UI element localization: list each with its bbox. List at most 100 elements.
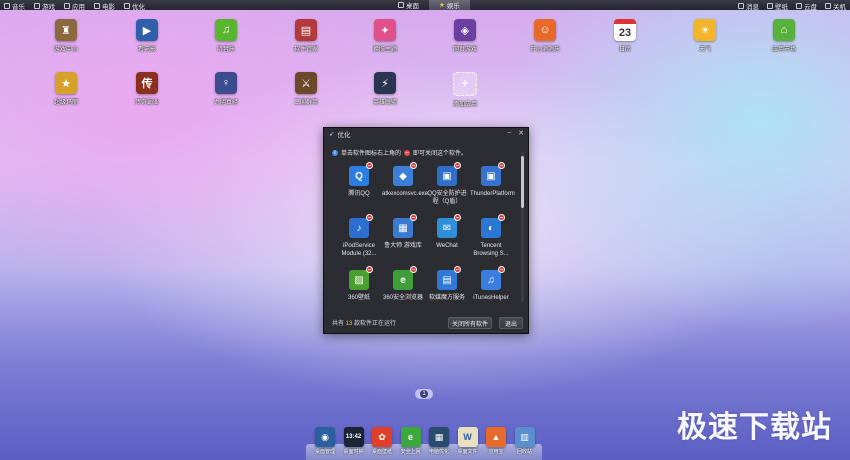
desktop-icon-label: 九阴真经 <box>213 100 238 106</box>
app-icon: ☀ <box>694 19 716 41</box>
app-icon: ▶ <box>136 19 158 41</box>
desktop-icon[interactable]: ⚡ 英雄联盟 <box>363 72 407 106</box>
running-app[interactable]: ▦ – 鲁大师 游戏库 <box>381 214 425 266</box>
close-icon[interactable]: ✕ <box>518 129 524 137</box>
desktop-icon[interactable]: ★ 超级玛丽 <box>44 72 88 106</box>
dock-item[interactable]: W 桌面文件 <box>454 427 482 455</box>
running-app-icon: ▣ – <box>437 162 461 186</box>
count-value: 13 <box>345 321 353 327</box>
window-instructions: i 单击软件图标右上角的 – 即可关闭这个软件。 <box>332 148 467 157</box>
close-app-icon[interactable]: – <box>498 214 505 221</box>
desktop-icon[interactable]: ⌂ 应用市场 <box>762 19 806 53</box>
page-indicator[interactable]: 1 <box>415 389 433 399</box>
window-titlebar[interactable]: ➶ 优化 <box>324 128 528 140</box>
topbar-item-movie[interactable]: 电影 <box>94 1 115 11</box>
wallpaper-icon <box>767 3 773 9</box>
dock-label: 安全上网 <box>400 449 421 455</box>
dock-icon: ◉ <box>315 427 335 447</box>
running-app-icon: ◐ – <box>481 214 505 238</box>
topbar-item-shutdown[interactable]: 关机 <box>825 1 846 11</box>
desktop-icon[interactable]: ▶ 看电影 <box>125 19 169 53</box>
dock-item[interactable]: ◉ 桌面管理 <box>311 427 339 455</box>
dock-label: 桌面时钟 <box>343 449 364 455</box>
desktop-icon[interactable]: ▤ 软件管家 <box>284 19 328 53</box>
running-app-label: WeChat <box>436 243 458 249</box>
close-app-icon[interactable]: – <box>454 214 461 221</box>
close-app-icon[interactable]: – <box>410 162 417 169</box>
running-app[interactable]: ▣ – ThunderPlatform <box>469 162 515 214</box>
running-app[interactable]: ♫ – iTunesHelper <box>469 266 513 318</box>
running-app[interactable]: Q – 腾讯QQ <box>337 162 381 214</box>
running-app-icon: ▦ – <box>393 214 417 238</box>
topbar-item-apps[interactable]: 应用 <box>64 1 85 11</box>
close-app-icon[interactable]: – <box>410 266 417 273</box>
running-app-icon: ✉ – <box>437 214 461 238</box>
desktop-icon-label: 软件管家 <box>293 47 318 53</box>
running-app[interactable]: e – 360安全浏览器 <box>381 266 425 318</box>
dock-label: 应用宝 <box>488 449 504 455</box>
scrollbar-thumb[interactable] <box>521 156 524 208</box>
running-app[interactable]: ▣ – QQ安全防护进程（Q盾） <box>425 162 469 214</box>
app-icon: ♀ <box>215 72 237 94</box>
dock-item[interactable]: e 安全上网 <box>397 427 425 455</box>
top-bar-left: 音乐 游戏 应用 电影 优化 <box>4 1 145 11</box>
dock-item[interactable]: ▥ 回收站 <box>511 427 539 455</box>
desktop-icon[interactable]: 23 日历 <box>603 19 647 53</box>
tab-entertainment[interactable]: ★ 娱乐 <box>429 0 470 10</box>
desktop-icon[interactable]: ♜ 游戏中心 <box>44 19 88 53</box>
close-app-icon[interactable]: – <box>366 266 373 273</box>
dock-label: 桌面文件 <box>457 449 478 455</box>
dock-item[interactable]: ✿ 桌面壁纸 <box>368 427 396 455</box>
close-app-icon[interactable]: – <box>366 214 373 221</box>
running-apps-grid: Q – 腾讯QQ ◆ – atkexcomsvc.exe ▣ – QQ安全防护进程（Q盾） ▣ – T… <box>337 162 515 318</box>
topbar-item-optimize[interactable]: 优化 <box>124 1 145 11</box>
close-app-icon[interactable]: – <box>410 214 417 221</box>
desktop-icon[interactable]: ♫ 听音乐 <box>204 19 248 53</box>
tab-desktop[interactable]: 桌面 <box>388 0 429 10</box>
window-title: 优化 <box>337 132 351 139</box>
running-app[interactable]: ◐ – Tencent Browsing S... <box>469 214 513 266</box>
topbar-item-game[interactable]: 游戏 <box>34 1 55 11</box>
close-all-button[interactable]: 关闭所有软件 <box>448 317 492 329</box>
dock-item[interactable]: ▲ 应用宝 <box>482 427 510 455</box>
topbar-item-wallpaper[interactable]: 壁纸 <box>767 1 788 11</box>
desktop-icon[interactable]: ♀ 九阴真经 <box>204 72 248 106</box>
dock-icon: W <box>457 427 478 447</box>
running-app[interactable]: ✉ – WeChat <box>425 214 469 266</box>
topbar-item-cloud[interactable]: 云盘 <box>796 1 817 11</box>
exit-button[interactable]: 退出 <box>499 317 523 329</box>
close-app-icon[interactable]: – <box>454 162 461 169</box>
dock-item[interactable]: 13:42 桌面时钟 <box>340 427 368 455</box>
desktop-icon-label: 添加应用 <box>452 102 477 108</box>
desktop-icon[interactable]: ⚔ 三国群英 <box>284 72 328 106</box>
running-app[interactable]: ▤ – 软媒魔方服务 <box>425 266 469 318</box>
desktop-icon[interactable]: ◈ 网页游戏 <box>443 19 487 53</box>
desktop-icon[interactable]: ✦ 换肤主题 <box>363 19 407 53</box>
desktop-icon[interactable]: ☺ 开心消消乐 <box>523 19 567 53</box>
music-icon <box>4 3 10 9</box>
close-app-icon[interactable]: – <box>498 162 505 169</box>
topbar-item-messages[interactable]: 消息 <box>738 1 759 11</box>
running-app[interactable]: ▨ – 360壁纸 <box>337 266 381 318</box>
running-app[interactable]: ◆ – atkexcomsvc.exe <box>381 162 429 214</box>
scrollbar[interactable] <box>521 152 524 302</box>
running-app[interactable]: ♪ – iPodService Module (32... <box>337 214 381 266</box>
desktop-icon[interactable]: + 添加应用 <box>443 72 487 108</box>
topbar-item-music[interactable]: 音乐 <box>4 1 25 11</box>
app-icon: ▤ <box>295 19 317 41</box>
close-app-icon[interactable]: – <box>454 266 461 273</box>
topbar-item-label: 应用 <box>72 4 85 11</box>
dock-item[interactable]: ▦ 电脑优化 <box>425 427 453 455</box>
desktop-icon[interactable]: ☀ 天气 <box>683 19 727 53</box>
desktop-icon-label: 传奇霸业 <box>134 100 159 106</box>
desktop-icon[interactable]: 传传奇霸业 <box>125 72 169 106</box>
app-icon: ✦ <box>374 19 396 41</box>
desktop-icon-label: 超级玛丽 <box>53 100 78 106</box>
running-app-icon: ▨ – <box>349 266 373 290</box>
close-app-icon[interactable]: – <box>366 162 373 169</box>
close-app-icon[interactable]: – <box>498 266 505 273</box>
running-app-label: atkexcomsvc.exe <box>382 191 429 197</box>
running-app-label: iPodService Module (32... <box>341 243 377 257</box>
running-app-label: iTunesHelper <box>473 295 509 301</box>
minimize-icon[interactable]: – <box>507 129 511 137</box>
